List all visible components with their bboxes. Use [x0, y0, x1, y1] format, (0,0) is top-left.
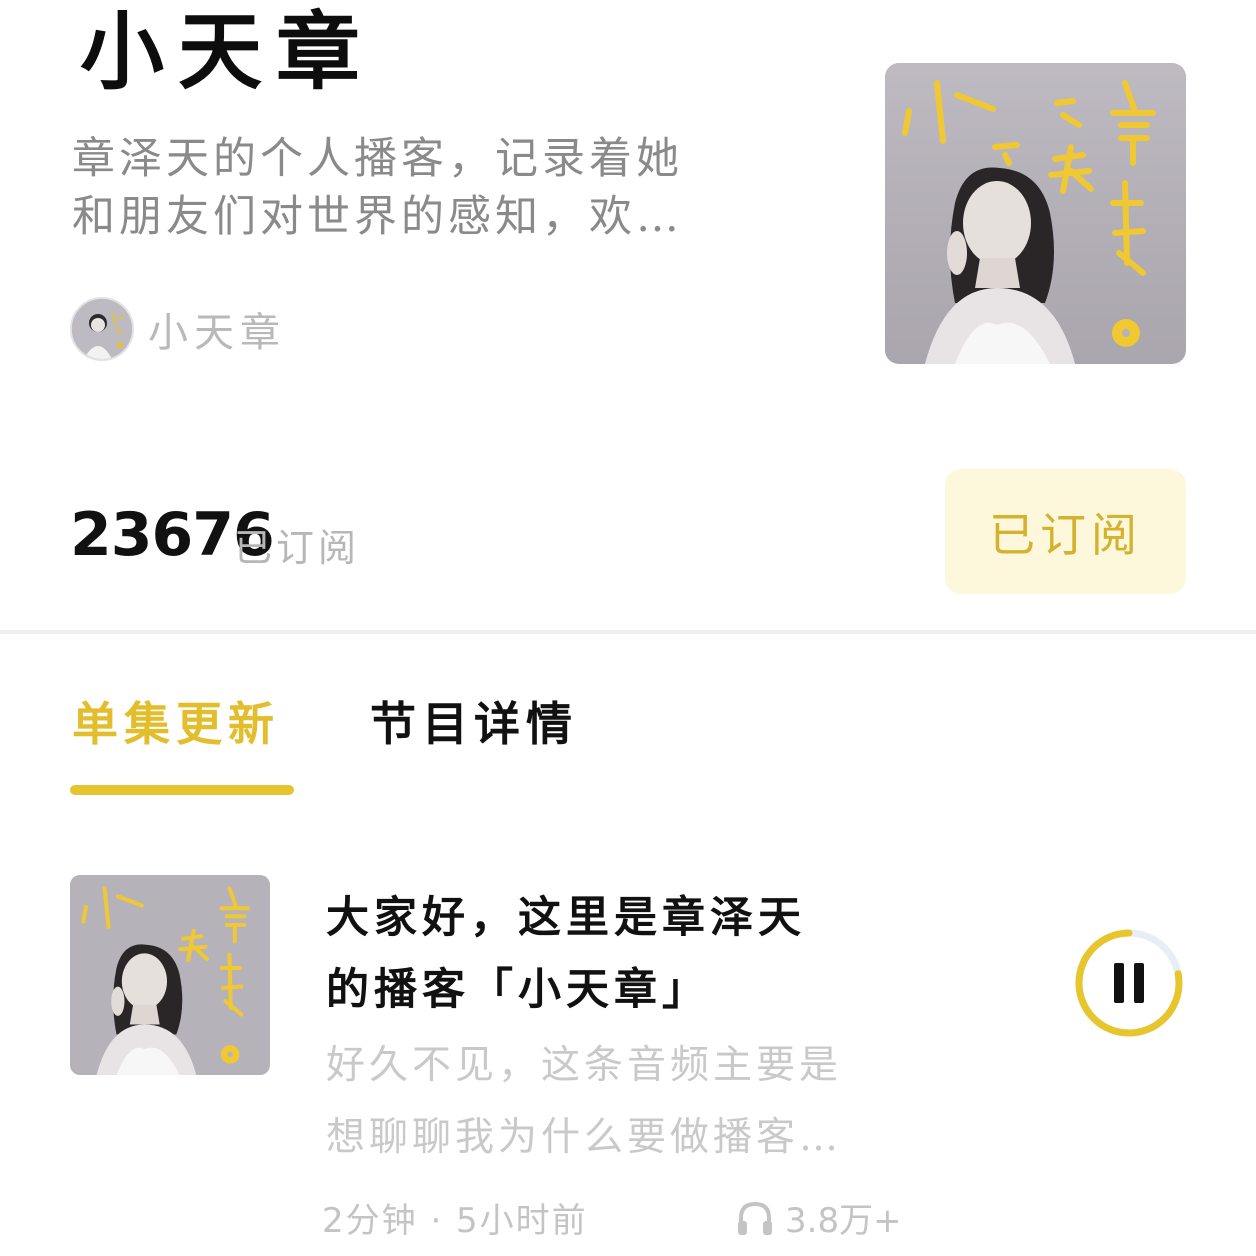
podcast-cover — [885, 63, 1186, 364]
episode-title[interactable]: 大家好，这里是章泽天 的播客「小天章」 — [326, 882, 886, 1026]
description-line: 章泽天的个人播客，记录着她 — [72, 134, 683, 184]
pause-button[interactable] — [1072, 926, 1186, 1040]
episode-title-line: 的播客「小天章」 — [326, 965, 710, 1015]
avatar-image — [72, 299, 132, 359]
episode-plays: 3.8万+ — [735, 1193, 902, 1242]
headphones-icon — [738, 1201, 772, 1235]
subscribed-button[interactable]: 已订阅 — [945, 469, 1186, 594]
episode-thumbnail[interactable] — [70, 875, 270, 1075]
episode-title-line: 大家好，这里是章泽天 — [326, 893, 806, 943]
episode-meta: 2分钟 · 5小时前 — [322, 1201, 588, 1241]
podcast-description[interactable]: 章泽天的个人播客，记录着她 和朋友们对世界的感知，欢… — [72, 130, 722, 246]
author-avatar[interactable] — [70, 297, 134, 361]
subscriber-label: 已订阅 — [234, 526, 361, 570]
description-line: 和朋友们对世界的感知，欢… — [72, 192, 683, 242]
cover-image — [885, 63, 1186, 364]
author-row[interactable]: 小天章 — [70, 297, 286, 361]
author-name[interactable]: 小天章 — [148, 300, 286, 358]
episode-desc-line: 想聊聊我为什么要做播客… — [326, 1115, 843, 1160]
episode-thumbnail-image — [70, 875, 270, 1075]
episode-description[interactable]: 好久不见，这条音频主要是 想聊聊我为什么要做播客… — [326, 1030, 886, 1174]
tab-details[interactable]: 节目详情 — [370, 688, 578, 754]
episode-desc-line: 好久不见，这条音频主要是 — [326, 1043, 843, 1088]
podcast-title: 小天章 — [80, 2, 375, 101]
active-tab-indicator — [70, 785, 294, 795]
tab-episodes[interactable]: 单集更新 — [72, 688, 280, 754]
section-divider — [0, 630, 1256, 634]
pause-icon — [1075, 929, 1183, 1037]
play-count: 3.8万+ — [785, 1201, 902, 1241]
